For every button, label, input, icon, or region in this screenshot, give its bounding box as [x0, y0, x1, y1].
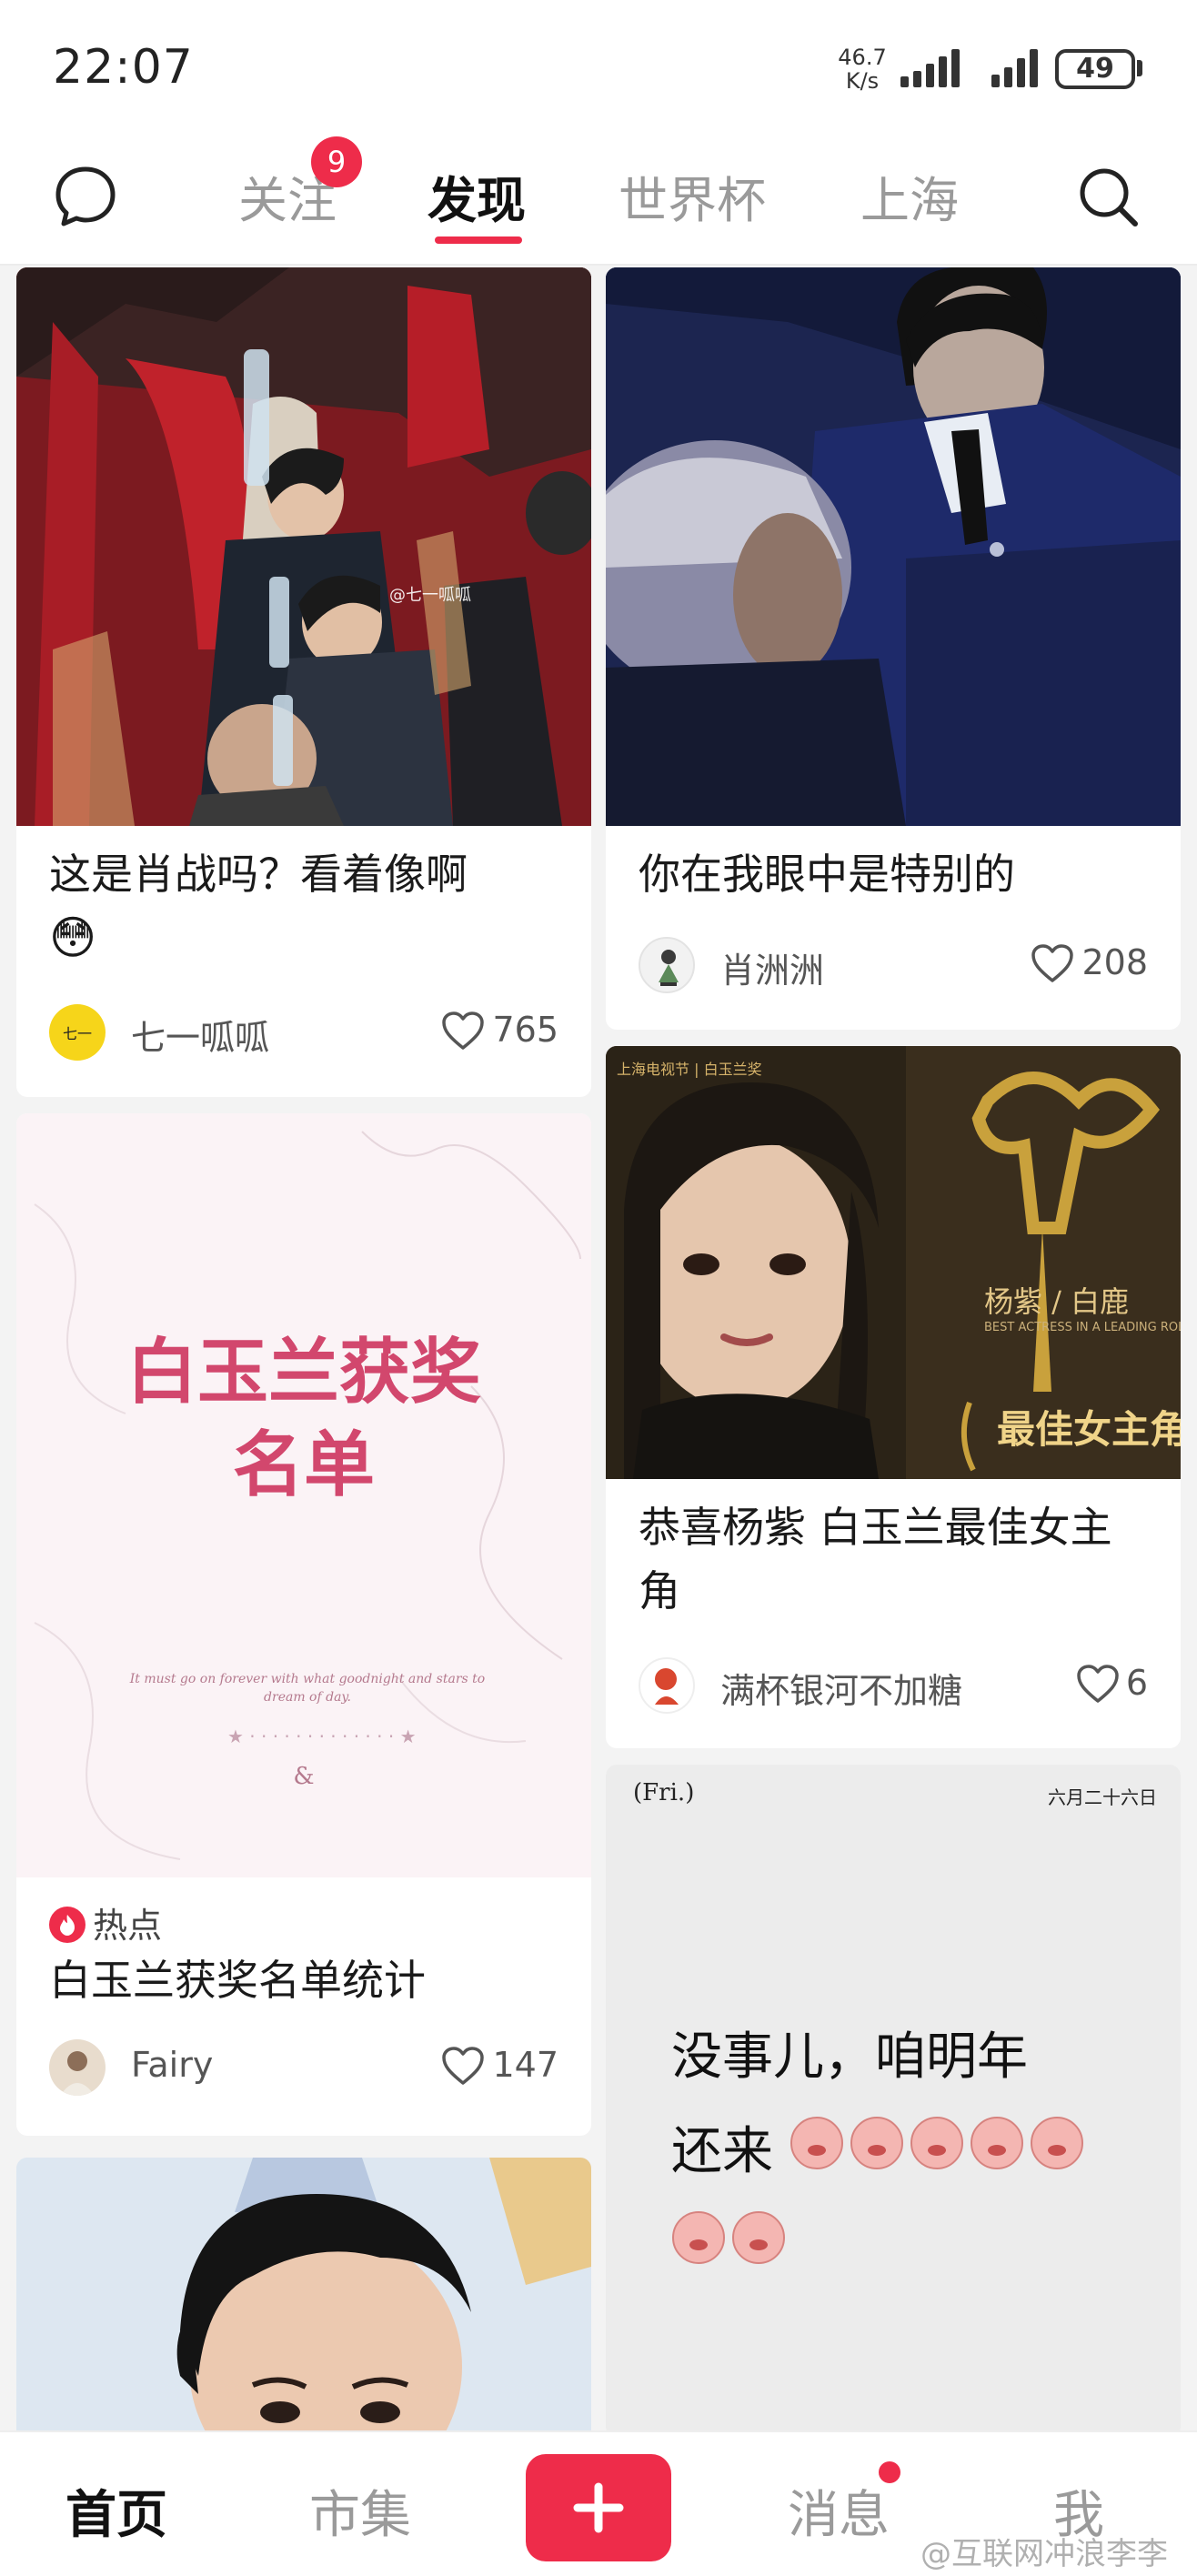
avatar[interactable]	[639, 937, 695, 993]
signal-icon-2	[991, 49, 1042, 87]
card-meta: 七一 七一呱呱 765	[49, 1001, 558, 1064]
poster-ampersand: &	[293, 1763, 315, 1790]
pig-sticker-icons	[672, 2117, 1083, 2264]
feed-card[interactable]	[16, 2158, 591, 2430]
hot-tag-label: 热点	[93, 1906, 163, 1946]
network-speed: 46.7 K/s	[835, 45, 890, 93]
poster-script: It must go on forever with what goodnigh…	[129, 1672, 486, 1705]
svg-text:七一: 七一	[63, 1025, 92, 1042]
card-image-concert-seats: @七一呱呱	[16, 267, 591, 826]
photo-portrait	[16, 2158, 591, 2430]
signal-icon	[900, 49, 964, 87]
avatar[interactable]: 七一	[49, 1004, 106, 1061]
photo-event-audience	[606, 267, 1181, 826]
card-image-event-photo	[606, 267, 1181, 826]
nav-home[interactable]: 首页	[65, 2474, 167, 2548]
author-name[interactable]: 肖洲洲	[720, 942, 824, 992]
like-count: 6	[1125, 1663, 1148, 1703]
network-speed-unit: K/s	[845, 68, 880, 94]
feed-card[interactable]: 上海电视节 | 白玉兰奖 杨紫 / 白鹿 BEST ACTRESS IN A L…	[606, 1046, 1181, 1748]
card-title: 白玉兰获奖名单统计	[49, 1956, 426, 2005]
card-meta: Fairy 147	[49, 2036, 558, 2099]
follow-badge: 9	[311, 136, 362, 187]
image-subtitle: BEST ACTRESS IN A LEADING ROLE	[984, 1321, 1181, 1334]
heart-icon[interactable]	[440, 1010, 486, 1052]
unread-dot	[879, 2461, 900, 2483]
watermark: @互联网冲浪李李	[920, 2536, 1168, 2572]
like-count: 765	[492, 1010, 558, 1050]
card-title: 你在我眼中是特别的	[639, 850, 1015, 899]
heart-icon[interactable]	[1030, 942, 1075, 984]
poster-title-line-2: 名单	[232, 1424, 375, 1506]
image-logo: 上海电视节 | 白玉兰奖	[617, 1061, 762, 1078]
hot-tag: 热点	[49, 1897, 162, 1947]
author-name[interactable]: 七一呱呱	[131, 1010, 269, 1060]
feed-card[interactable]: (Fri.) 六月二十六日 没事儿，咱明年 还来	[606, 1765, 1181, 2430]
image-header-right: 六月二十六日	[1048, 1786, 1157, 1808]
heart-icon[interactable]	[440, 2045, 486, 2087]
image-text-line-1: 没事儿，咱明年	[671, 2028, 1028, 2087]
heart-icon[interactable]	[1075, 1663, 1121, 1705]
card-meta: 肖洲洲 208	[639, 933, 1148, 997]
svg-text:★ · · · · · · · · · · · · · ★: ★ · · · · · · · · · · · · · ★	[227, 1726, 417, 1747]
tab-shanghai[interactable]: 上海	[860, 160, 959, 232]
feed: @七一呱呱 这是肖战吗？看着像啊 😳 七一 七一呱呱 765 ★ · · · ·…	[0, 267, 1197, 2430]
card-image-portrait	[16, 2158, 591, 2430]
feed-card[interactable]: @七一呱呱 这是肖战吗？看着像啊 😳 七一 七一呱呱 765	[16, 267, 591, 1097]
card-image-poster: ★ · · · · · · · · · · · · · ★ 白玉兰获奖 名单 I…	[16, 1113, 591, 1877]
create-post-button[interactable]	[526, 2454, 671, 2561]
image-header-left: (Fri.)	[633, 1779, 695, 1806]
card-title-text: 这是肖战吗？看着像啊	[49, 850, 468, 899]
avatar[interactable]	[639, 1657, 695, 1714]
tab-world-cup[interactable]: 世界杯	[619, 160, 766, 232]
status-bar: 22:07 46.7 K/s 49	[0, 0, 1197, 136]
card-title: 这是肖战吗？看着像啊 😳	[16, 842, 591, 971]
like-count: 147	[492, 2045, 558, 2085]
nav-market[interactable]: 市集	[309, 2474, 411, 2548]
avatar[interactable]	[49, 2039, 106, 2096]
card-title: 恭喜杨紫 白玉兰最佳女主角	[639, 1503, 1112, 1615]
search-icon[interactable]	[1073, 162, 1142, 231]
image-award: 最佳女主角	[997, 1407, 1181, 1452]
image-name: 杨紫 / 白鹿	[984, 1284, 1130, 1319]
flame-icon	[49, 1907, 86, 1943]
author-name[interactable]: Fairy	[131, 2045, 213, 2085]
feed-card[interactable]: 你在我眼中是特别的 肖洲洲 208	[606, 267, 1181, 1030]
battery-icon: 49	[1055, 49, 1135, 89]
network-speed-value: 46.7	[838, 45, 887, 70]
nav-messages[interactable]: 消息	[788, 2474, 890, 2548]
card-image-text: (Fri.) 六月二十六日 没事儿，咱明年 还来	[606, 1765, 1181, 2430]
chat-bubble-icon[interactable]	[53, 164, 118, 229]
author-name[interactable]: 满杯银河不加糖	[720, 1663, 962, 1713]
top-nav: 关注 9 发现 世界杯 上海	[0, 136, 1197, 266]
poster-title-line-1: 白玉兰获奖	[126, 1331, 481, 1414]
card-image-award: 上海电视节 | 白玉兰奖 杨紫 / 白鹿 BEST ACTRESS IN A L…	[606, 1046, 1181, 1479]
active-tab-indicator	[435, 236, 522, 244]
tab-discover[interactable]: 发现	[428, 160, 526, 232]
feed-card[interactable]: ★ · · · · · · · · · · · · · ★ 白玉兰获奖 名单 I…	[16, 1113, 591, 2136]
status-time: 22:07	[53, 40, 194, 95]
flushed-emoji-icon: 😳	[49, 911, 97, 964]
plus-icon	[573, 2482, 624, 2533]
battery-tip	[1137, 60, 1142, 76]
image-watermark: @七一呱呱	[389, 586, 471, 605]
card-meta: 满杯银河不加糖 6	[639, 1654, 1148, 1717]
photo-audience-seats	[16, 267, 591, 826]
like-count: 208	[1081, 942, 1148, 982]
